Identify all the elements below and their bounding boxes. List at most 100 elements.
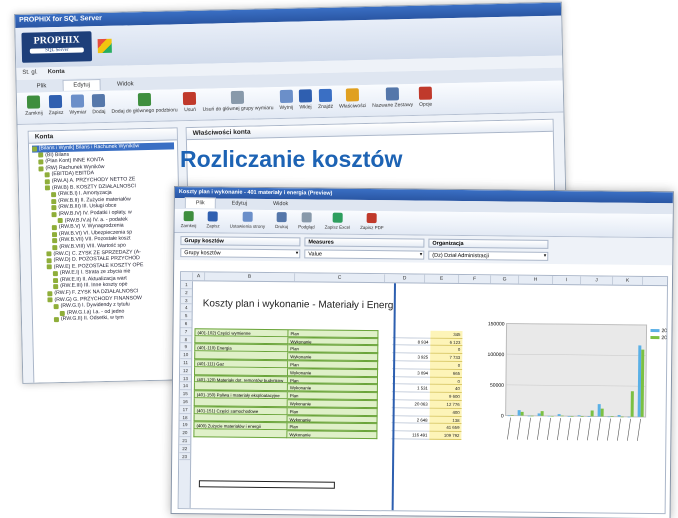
row-header[interactable]: 11 [180, 359, 192, 367]
row-header[interactable]: 18 [179, 413, 191, 422]
bar-2008 [550, 415, 554, 417]
row-header[interactable]: 8 [180, 335, 192, 344]
ribbon-button[interactable]: Właściwości [339, 88, 367, 114]
column-header[interactable]: J [580, 276, 614, 285]
row-header[interactable]: 1 [180, 281, 193, 289]
ribbon-label: Dodaj [92, 108, 106, 116]
report-title: Koszty plan i wykonanie - Materiały i En… [202, 298, 396, 312]
ribbon-button[interactable]: Zamknij [181, 211, 197, 230]
ribbon-button[interactable]: Zapisz Excel [325, 212, 351, 232]
tab-edit[interactable]: Edytuj [222, 199, 257, 209]
row-header[interactable]: 17 [179, 405, 191, 414]
measure-cell[interactable]: Wykonanie [287, 430, 378, 440]
row-header[interactable]: 23 [179, 452, 191, 461]
tab-edit[interactable]: Edytuj [62, 79, 102, 91]
ribbon-icon [49, 94, 63, 109]
ribbon-label: Dodaj do głównego podzbioru [111, 107, 178, 115]
row-header[interactable]: 16 [179, 398, 191, 406]
dimension-select[interactable]: Grupy kosztów [180, 248, 301, 259]
row-header[interactable]: 9 [180, 343, 192, 352]
bar-2007 [617, 415, 621, 417]
ribbon-button[interactable]: Zamknij [25, 95, 43, 120]
tree-node-icon [44, 185, 51, 191]
bar-2008 [580, 416, 584, 417]
ribbon-icon [183, 91, 197, 106]
row-header[interactable]: 15 [179, 390, 191, 399]
ribbon-button[interactable]: Wklej [298, 89, 313, 114]
value-2007-cell[interactable]: 116 491 [391, 431, 430, 440]
column-header[interactable]: H [518, 275, 554, 284]
row-header[interactable]: 22 [179, 444, 191, 453]
row-header[interactable]: 20 [179, 429, 191, 438]
ribbon-button[interactable]: Drukuj [275, 212, 288, 231]
tree-node-icon [46, 251, 52, 257]
ribbon-button[interactable]: Usuń do głównej grupy wymiaru [202, 90, 274, 117]
report-grid: ABCDEFGHIJK 1 2 3 4 5 6 7 8 9 10 11 12 13 14 15 16 17 18 1… [177, 271, 669, 515]
x-category-label [617, 418, 621, 441]
column-header[interactable]: I [552, 275, 582, 285]
qat-item[interactable]: St. gl. [22, 69, 38, 77]
column-header[interactable]: G [490, 275, 520, 284]
row-header[interactable]: 21 [179, 437, 191, 445]
row-header[interactable]: 6 [180, 320, 192, 328]
ribbon-button[interactable]: Opcje [418, 86, 433, 112]
tab-file[interactable]: Plik [27, 81, 57, 92]
qat-item[interactable]: Konta [48, 69, 65, 77]
row-header[interactable]: 3 [180, 296, 192, 305]
ribbon-button[interactable]: Dodaj [92, 93, 106, 119]
column-header[interactable]: F [458, 274, 492, 284]
x-category-label [547, 417, 551, 440]
ribbon-button[interactable]: Zapisz [48, 94, 64, 120]
ribbon-button[interactable]: Znajdź [318, 88, 334, 114]
cost-description-cell[interactable] [193, 429, 288, 439]
ribbon-button[interactable]: Zapisz [206, 211, 220, 230]
column-header[interactable]: A [193, 272, 206, 281]
bar-2008 [620, 416, 624, 418]
row-header[interactable]: 10 [180, 351, 192, 360]
row-header[interactable]: 12 [180, 366, 192, 375]
ribbon-label: Drukuj [275, 224, 289, 230]
tree-node-icon [51, 192, 57, 198]
tab-file[interactable]: Plik [184, 197, 216, 209]
dimension-select[interactable]: Value [304, 249, 425, 260]
ribbon-button[interactable]: Zapisz PDF [360, 213, 384, 232]
dimension-select[interactable]: (Dz) Dział Administracji [428, 250, 549, 261]
tree-node-icon [52, 238, 58, 244]
row-header[interactable]: 14 [179, 382, 191, 391]
row-header[interactable]: 2 [180, 288, 192, 297]
column-header[interactable]: C [295, 273, 386, 283]
row-header[interactable]: 4 [180, 304, 192, 313]
row-header[interactable]: 13 [179, 374, 192, 383]
column-header[interactable]: D [385, 274, 426, 283]
tree-node-icon [51, 198, 57, 204]
ribbon-button[interactable]: Usuń [183, 91, 197, 117]
ribbon-button[interactable]: Ustawienia strony [230, 211, 266, 231]
column-header[interactable]: E [425, 274, 460, 283]
ribbon-icon [71, 94, 85, 108]
ribbon-icon [276, 212, 287, 223]
column-header[interactable]: K [612, 276, 644, 285]
tab-view[interactable]: Widok [107, 79, 144, 90]
x-category-label [587, 418, 591, 441]
ribbon-button[interactable]: Podgląd [298, 212, 315, 231]
logo-subtitle: SQL Server [29, 47, 84, 54]
tab-view[interactable]: Widok [263, 199, 298, 209]
tree-node-icon [52, 271, 58, 277]
column-header[interactable]: B [205, 272, 296, 282]
plot-area [505, 322, 648, 418]
ribbon-button[interactable]: Wymiar [69, 94, 86, 119]
selected-cell[interactable] [198, 480, 335, 489]
row-header[interactable]: 7 [180, 327, 192, 336]
column-headers: ABCDEFGHIJK [181, 272, 668, 287]
row-header[interactable]: 5 [180, 312, 192, 321]
ribbon-button[interactable]: Nazwane Zestawy [372, 87, 413, 113]
row-header[interactable]: 19 [179, 421, 191, 430]
ribbon-button[interactable]: Wytnij [279, 89, 293, 115]
ribbon-button[interactable]: Dodaj do głównego podzbioru [111, 92, 178, 118]
ribbon-icon [279, 89, 293, 103]
tree-node-icon [53, 284, 59, 290]
value-2008-cell[interactable]: 109 792 [429, 431, 462, 441]
